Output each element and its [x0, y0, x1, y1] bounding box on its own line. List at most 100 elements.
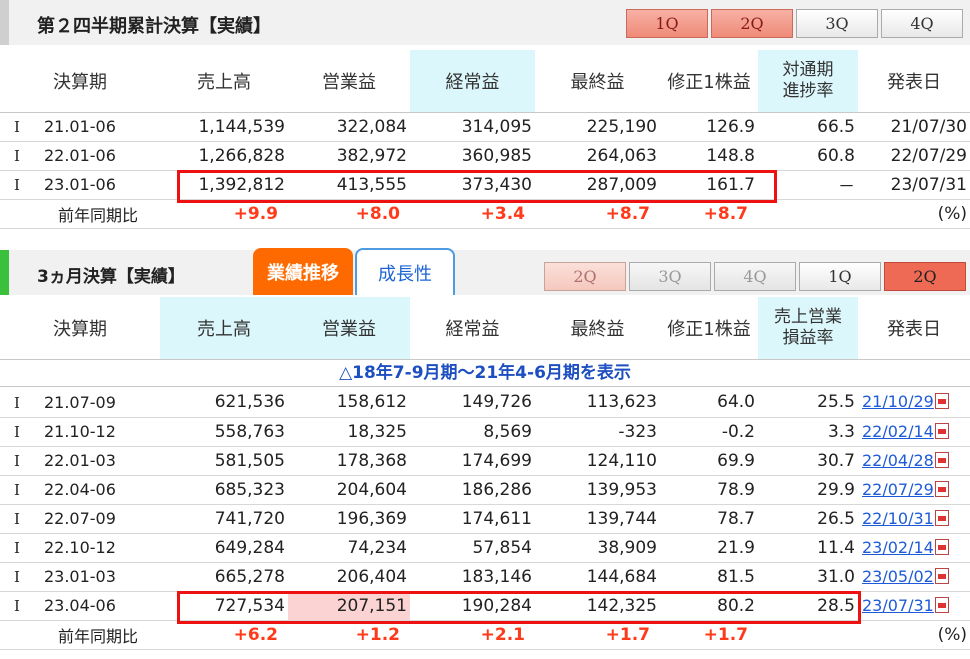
net-cell: 225,190 [535, 112, 660, 142]
sales-cell: 1,144,539 [160, 112, 288, 142]
tab-performance-trend[interactable]: 業績推移 [253, 248, 353, 295]
progress-cell: － [758, 170, 858, 200]
sales-cell: 665,278 [160, 562, 288, 592]
net-cell: -323 [535, 417, 660, 447]
eps-cell: 78.7 [660, 504, 758, 534]
tab-4q[interactable]: 4Q [714, 262, 796, 291]
col-eps: 修正1株益 [660, 50, 758, 113]
margin-cell: 3.3 [758, 417, 858, 447]
tab-1q[interactable]: 1Q [799, 262, 881, 291]
period-cell: I 23.04-06 [0, 591, 160, 621]
eps-cell: 69.9 [660, 446, 758, 476]
sales-cell: 685,323 [160, 475, 288, 505]
yoy-eps: +1.7 [660, 620, 758, 650]
progress-cell: 60.8 [758, 141, 858, 171]
ord-cell: 314,095 [410, 112, 535, 142]
ord-cell: 190,284 [410, 591, 535, 621]
period-label: 21.10-12 [43, 422, 116, 441]
op-cell: 204,604 [288, 475, 410, 505]
date-cell: 21/10/29 [858, 388, 970, 418]
tab-2q-current[interactable]: 2Q [884, 262, 966, 291]
net-cell: 287,009 [535, 170, 660, 200]
yoy-net: +1.7 [535, 620, 660, 650]
col-sales: 売上高 [160, 297, 288, 360]
pdf-icon[interactable] [934, 393, 949, 410]
ord-cell: 186,286 [410, 475, 535, 505]
period-label: 22.07-09 [43, 509, 116, 528]
date-cell: 23/05/02 [858, 562, 970, 592]
release-date-link[interactable]: 21/10/29 [862, 392, 934, 411]
release-date-link[interactable]: 23/02/14 [862, 538, 934, 557]
pdf-icon[interactable] [934, 422, 949, 439]
eps-cell: 21.9 [660, 533, 758, 563]
period-cell: I 21.01-06 [0, 112, 160, 142]
tab-4q[interactable]: 4Q [881, 9, 963, 38]
tab-1q[interactable]: 1Q [626, 9, 708, 38]
yoy-ord: +2.1 [410, 620, 535, 650]
release-date-link[interactable]: 23/07/31 [862, 596, 934, 615]
release-date-link[interactable]: 23/05/02 [862, 567, 934, 586]
table-row: I 23.04-06 727,534 207,151 190,284 142,325 80.… [0, 591, 970, 621]
margin-cell: 30.7 [758, 446, 858, 476]
date-cell: 23/07/31 [858, 591, 970, 621]
sales-cell: 741,720 [160, 504, 288, 534]
empty-cell [758, 620, 858, 650]
col-margin: 売上営業 損益率 [758, 297, 858, 360]
ord-cell: 57,854 [410, 533, 535, 563]
date-cell: 23/07/31 [858, 170, 970, 200]
col-progress: 対通期 進捗率 [758, 50, 858, 113]
period-cell: I 23.01-06 [0, 170, 160, 200]
progress-cell: 66.5 [758, 112, 858, 142]
op-cell: 207,151 [288, 591, 410, 621]
release-date-link[interactable]: 22/02/14 [862, 422, 934, 441]
sales-cell: 581,505 [160, 446, 288, 476]
quarterly-rows-table: I 21.07-09 621,536 158,612 149,726 113,623 64.… [0, 388, 970, 650]
pdf-icon[interactable] [934, 480, 949, 497]
tab-growth[interactable]: 成長性 [355, 248, 455, 295]
col-operating-profit: 営業益 [288, 297, 410, 360]
ord-cell: 183,146 [410, 562, 535, 592]
release-date-link[interactable]: 22/07/29 [862, 480, 934, 499]
yoy-op: +8.0 [288, 199, 410, 229]
period-cell: I 22.10-12 [0, 533, 160, 563]
table-row: I 22.01-06 1,266,828 382,972 360,985 264,… [0, 141, 970, 171]
header-row: 決算期 売上高 営業益 経常益 最終益 修正1株益 売上営業 損益率 発表日 [0, 297, 970, 360]
margin-cell: 31.0 [758, 562, 858, 592]
eps-cell: 81.5 [660, 562, 758, 592]
yoy-row: 前年同期比 +9.9 +8.0 +3.4 +8.7 +8.7 (%) [0, 199, 970, 229]
release-date-link[interactable]: 22/10/31 [862, 509, 934, 528]
pdf-icon[interactable] [934, 596, 949, 613]
yoy-label: 前年同期比 [0, 620, 160, 650]
col-period: 決算期 [0, 297, 160, 360]
tab-3q[interactable]: 3Q [796, 9, 878, 38]
sales-cell: 727,534 [160, 591, 288, 621]
col-eps: 修正1株益 [660, 297, 758, 360]
col-date: 発表日 [858, 50, 970, 113]
show-older-periods-link[interactable]: △18年7-9月期～21年4-6月期を表示 [0, 360, 970, 387]
eps-cell: 78.9 [660, 475, 758, 505]
period-label: 22.10-12 [43, 538, 116, 557]
pdf-icon[interactable] [934, 509, 949, 526]
eps-cell: 148.8 [660, 141, 758, 171]
margin-cell: 25.5 [758, 388, 858, 418]
ord-cell: 373,430 [410, 170, 535, 200]
tab-2q-prev[interactable]: 2Q [544, 262, 626, 291]
pdf-icon[interactable] [934, 567, 949, 584]
tab-3q[interactable]: 3Q [629, 262, 711, 291]
period-label: 22.01-06 [43, 146, 116, 165]
net-cell: 264,063 [535, 141, 660, 171]
release-date-link[interactable]: 22/04/28 [862, 451, 934, 470]
quarterly-results-table: 決算期 売上高 営業益 経常益 最終益 修正1株益 売上営業 損益率 発表日 [0, 297, 970, 360]
section2-title: 3ヵ月決算【実績】 [37, 267, 185, 287]
col-period: 決算期 [0, 50, 160, 113]
period-label: 23.04-06 [43, 596, 116, 615]
pdf-icon[interactable] [934, 538, 949, 555]
pdf-icon[interactable] [934, 451, 949, 468]
yoy-ord: +3.4 [410, 199, 535, 229]
col-net-profit: 最終益 [535, 297, 660, 360]
net-cell: 144,684 [535, 562, 660, 592]
period-cell: I 21.10-12 [0, 417, 160, 447]
op-cell: 158,612 [288, 388, 410, 418]
period-cell: I 22.01-03 [0, 446, 160, 476]
tab-2q[interactable]: 2Q [711, 9, 793, 38]
